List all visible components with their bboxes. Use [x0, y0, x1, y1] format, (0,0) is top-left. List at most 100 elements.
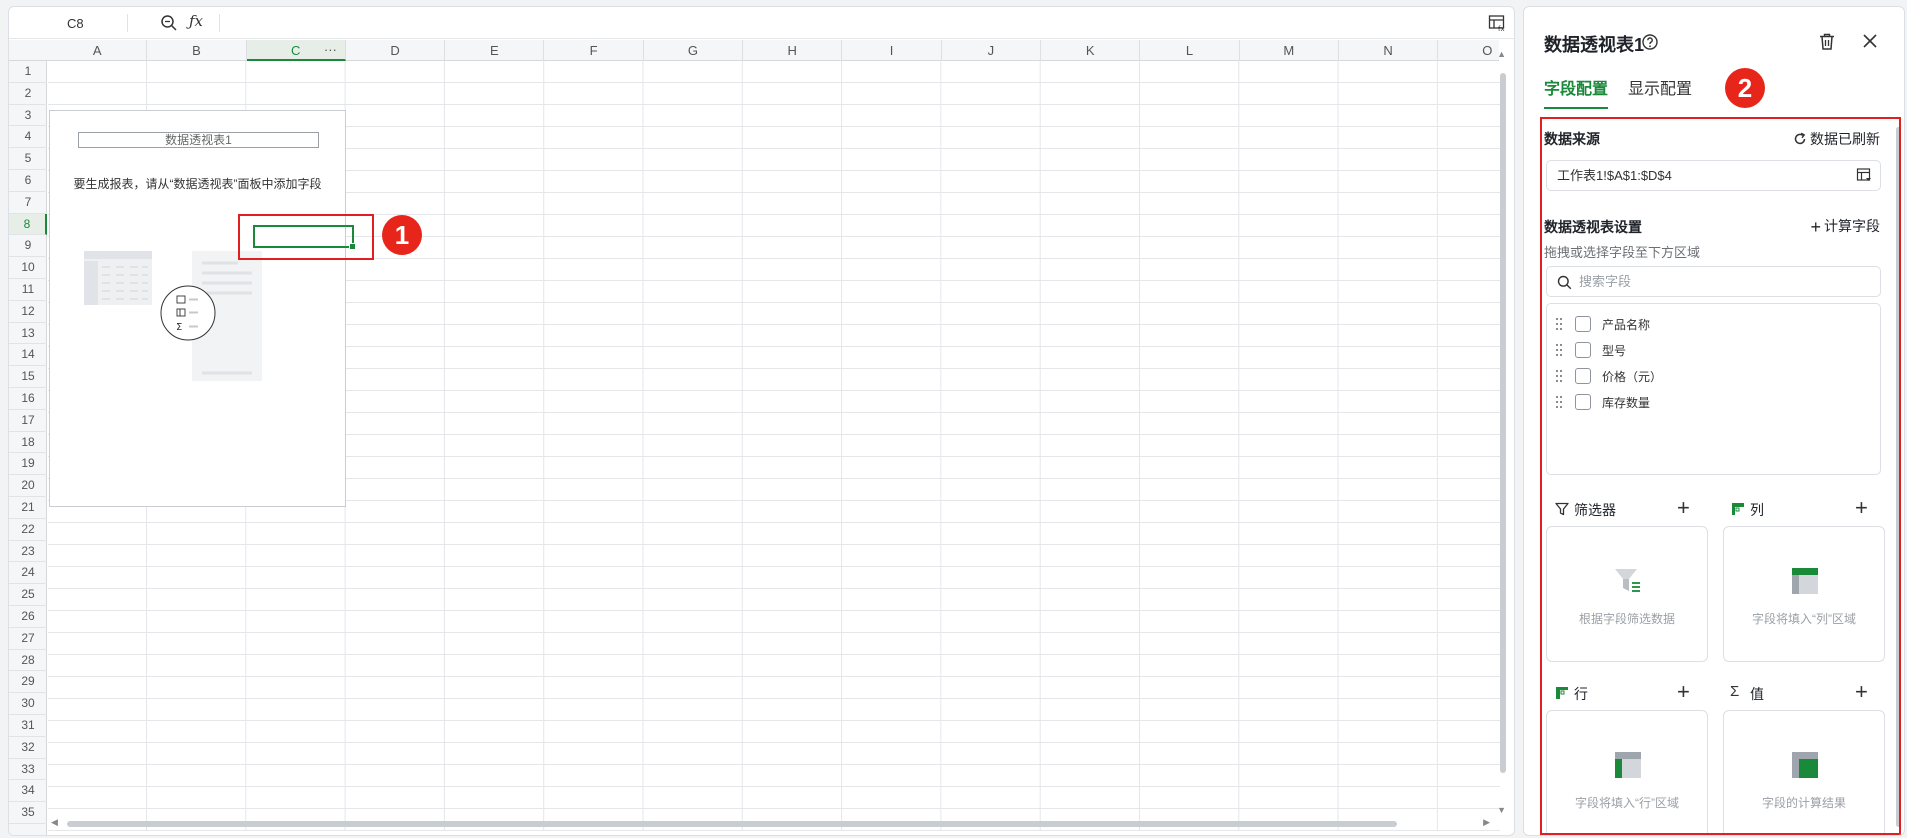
tab-display-config[interactable]: 显示配置 — [1628, 75, 1692, 107]
row-header-3[interactable]: 3 — [9, 105, 47, 127]
horizontal-scroll-thumb[interactable] — [67, 821, 1397, 827]
vertical-scrollbar[interactable] — [1500, 63, 1506, 803]
drag-handle-icon[interactable] — [1555, 343, 1563, 357]
formula-input[interactable] — [229, 12, 1469, 34]
row-header-12[interactable]: 12 — [9, 301, 47, 323]
filter-placeholder-icon — [1615, 569, 1640, 592]
column-header-k[interactable]: K — [1041, 40, 1141, 61]
row-header-27[interactable]: 27 — [9, 628, 47, 650]
scroll-left-icon[interactable]: ◀ — [51, 817, 58, 828]
row-header-25[interactable]: 25 — [9, 584, 47, 606]
drag-handle-icon[interactable] — [1555, 369, 1563, 383]
row-header-33[interactable]: 33 — [9, 759, 47, 781]
row-header-21[interactable]: 21 — [9, 497, 47, 519]
delete-icon[interactable] — [1818, 32, 1836, 52]
range-select-icon[interactable] — [1856, 167, 1872, 183]
row-header-19[interactable]: 19 — [9, 453, 47, 476]
column-header-j[interactable]: J — [942, 40, 1041, 61]
row-header-15[interactable]: 15 — [9, 366, 47, 388]
row-header-34[interactable]: 34 — [9, 780, 47, 803]
row-header-31[interactable]: 31 — [9, 715, 47, 737]
horizontal-scrollbar[interactable] — [57, 821, 1497, 827]
search-input[interactable] — [1579, 267, 1869, 296]
cell-reference[interactable]: C8 — [67, 16, 84, 31]
help-icon[interactable] — [1641, 33, 1659, 51]
field-item[interactable]: 型号 — [1555, 340, 1875, 360]
row-header-24[interactable]: 24 — [9, 562, 47, 585]
row-header-20[interactable]: 20 — [9, 475, 47, 497]
row-header-17[interactable]: 17 — [9, 410, 47, 432]
row-header-18[interactable]: 18 — [9, 432, 47, 454]
field-item[interactable]: 价格（元） — [1555, 366, 1875, 386]
scroll-right-icon[interactable]: ▶ — [1483, 817, 1490, 828]
row-header-10[interactable]: 10 — [9, 257, 47, 279]
column-header-g[interactable]: G — [644, 40, 744, 61]
field-checkbox[interactable] — [1575, 368, 1591, 384]
row-header-30[interactable]: 30 — [9, 693, 47, 715]
vertical-scroll-thumb[interactable] — [1500, 73, 1506, 773]
column-header-d[interactable]: D — [346, 40, 446, 61]
column-header-f[interactable]: F — [545, 40, 644, 61]
column-more-icon[interactable]: ··· — [324, 40, 337, 61]
row-header-22[interactable]: 22 — [9, 519, 47, 541]
row-header-1[interactable]: 1 — [9, 61, 47, 83]
column-header-n[interactable]: N — [1339, 40, 1439, 61]
column-header-i[interactable]: I — [842, 40, 942, 61]
drag-handle-icon[interactable] — [1555, 395, 1563, 409]
filter-drop-zone[interactable]: 根据字段筛选数据 — [1546, 526, 1708, 662]
close-icon[interactable] — [1860, 31, 1880, 51]
field-item[interactable]: 库存数量 — [1555, 392, 1875, 412]
field-checkbox[interactable] — [1575, 342, 1591, 358]
rows-add-button[interactable]: + — [1677, 681, 1690, 703]
field-label: 型号 — [1602, 344, 1627, 358]
row-header-26[interactable]: 26 — [9, 606, 47, 628]
columns-add-button[interactable]: + — [1855, 497, 1868, 519]
values-drop-zone[interactable]: 字段的计算结果 — [1723, 710, 1885, 835]
scroll-down-icon[interactable]: ▼ — [1497, 805, 1506, 815]
rows-drop-zone[interactable]: 字段将填入“行”区域 — [1546, 710, 1708, 835]
column-header-e[interactable]: E — [445, 40, 545, 61]
row-header-29[interactable]: 29 — [9, 671, 47, 694]
calculated-field-button[interactable]: + 计算字段 — [1810, 216, 1880, 238]
row-header-13[interactable]: 13 — [9, 323, 47, 345]
pivot-illustration: Σ — [84, 251, 262, 381]
row-header-32[interactable]: 32 — [9, 737, 47, 759]
data-source-range-field[interactable]: 工作表1!$A$1:$D$4 — [1546, 160, 1881, 191]
values-add-button[interactable]: + — [1855, 681, 1868, 703]
drag-handle-icon[interactable] — [1555, 317, 1563, 331]
row-header-11[interactable]: 11 — [9, 279, 47, 301]
row-header-6[interactable]: 6 — [9, 170, 47, 192]
row-header-4[interactable]: 4 — [9, 126, 47, 149]
row-header-14[interactable]: 14 — [9, 344, 47, 367]
field-item[interactable]: 产品名称 — [1555, 314, 1875, 334]
pivot-title-box[interactable]: 数据透视表1 — [78, 132, 319, 148]
pivot-placeholder[interactable]: 数据透视表1 要生成报表，请从“数据透视表”面板中添加字段 Σ — [49, 110, 346, 507]
function-icon[interactable]: ƒx — [189, 12, 203, 30]
column-header-l[interactable]: L — [1140, 40, 1240, 61]
column-header-m[interactable]: M — [1240, 40, 1339, 61]
column-header-a[interactable]: A — [48, 40, 148, 61]
row-header-5[interactable]: 5 — [9, 148, 47, 170]
row-header-9[interactable]: 9 — [9, 235, 47, 258]
zoom-out-icon[interactable] — [159, 13, 179, 33]
row-header-16[interactable]: 16 — [9, 388, 47, 410]
row-header-28[interactable]: 28 — [9, 650, 47, 672]
scroll-up-icon[interactable]: ▲ — [1497, 49, 1506, 59]
column-header-h[interactable]: H — [743, 40, 843, 61]
refresh-button[interactable]: 数据已刷新 — [1793, 129, 1880, 149]
row-header-35[interactable]: 35 — [9, 802, 47, 824]
pivot-panel-icon[interactable]: fx — [1488, 14, 1506, 32]
field-search[interactable] — [1546, 266, 1881, 297]
field-checkbox[interactable] — [1575, 394, 1591, 410]
panel-scrollbar[interactable] — [1896, 127, 1901, 827]
row-header-7[interactable]: 7 — [9, 192, 47, 214]
row-header-23[interactable]: 23 — [9, 541, 47, 563]
row-header-8[interactable]: 8 — [9, 213, 47, 236]
filter-add-button[interactable]: + — [1677, 497, 1690, 519]
field-checkbox[interactable] — [1575, 316, 1591, 332]
columns-drop-zone[interactable]: 字段将填入“列”区域 — [1723, 526, 1885, 662]
filter-zone-placeholder: 根据字段筛选数据 — [1578, 612, 1675, 626]
row-header-2[interactable]: 2 — [9, 83, 47, 105]
tab-field-config[interactable]: 字段配置 — [1544, 75, 1609, 109]
column-header-b[interactable]: B — [147, 40, 247, 61]
